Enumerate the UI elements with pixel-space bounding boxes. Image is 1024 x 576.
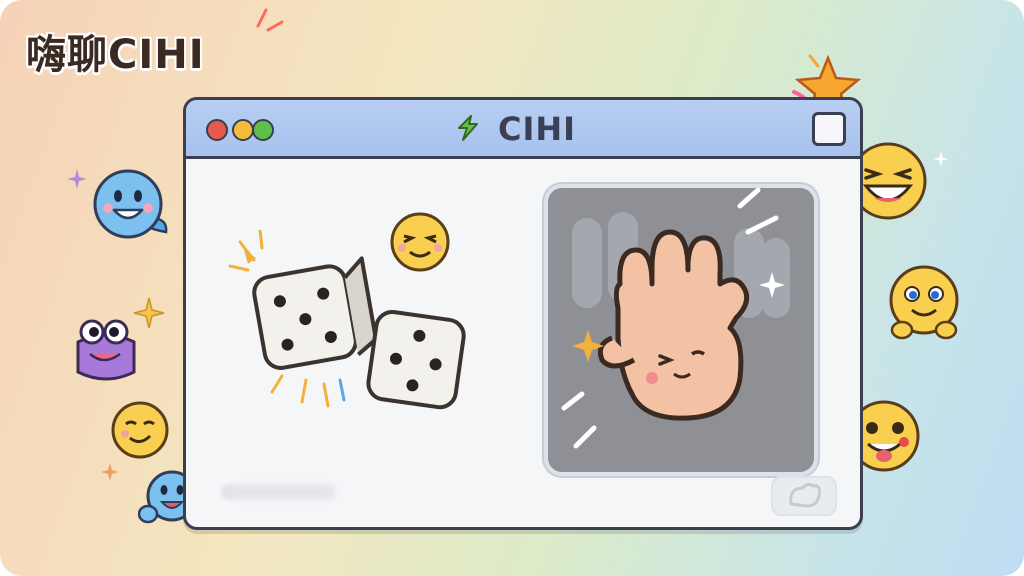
app-stage: 嗨聊CIHI CIHI [0, 0, 1024, 576]
sparkle-icon [133, 297, 165, 329]
waving-hand-icon [561, 188, 790, 449]
brand-logo: 嗨聊CIHI [26, 32, 205, 78]
leaf-icon [458, 115, 478, 141]
sparkle-icon [933, 151, 949, 167]
blue-smile-emoji [93, 169, 168, 239]
maximize-dot[interactable] [252, 119, 274, 141]
window-title: CIHI [498, 110, 577, 148]
send-icon [789, 482, 821, 508]
wink-emoji [111, 401, 169, 459]
star-icon [67, 169, 87, 189]
smile-emoji [390, 212, 450, 272]
send-button[interactable] [771, 476, 837, 516]
title-bar: CIHI [186, 100, 860, 159]
grin-emoji [889, 265, 959, 340]
hand-card[interactable] [544, 184, 818, 476]
input-placeholder [226, 485, 336, 499]
minimize-dot[interactable] [232, 119, 254, 141]
close-dot[interactable] [206, 119, 228, 141]
star-icon [101, 463, 119, 481]
corner-button[interactable] [812, 112, 846, 146]
dice-icon [228, 230, 466, 410]
chat-window: CIHI [183, 97, 863, 530]
sparkle-icon [256, 8, 284, 32]
